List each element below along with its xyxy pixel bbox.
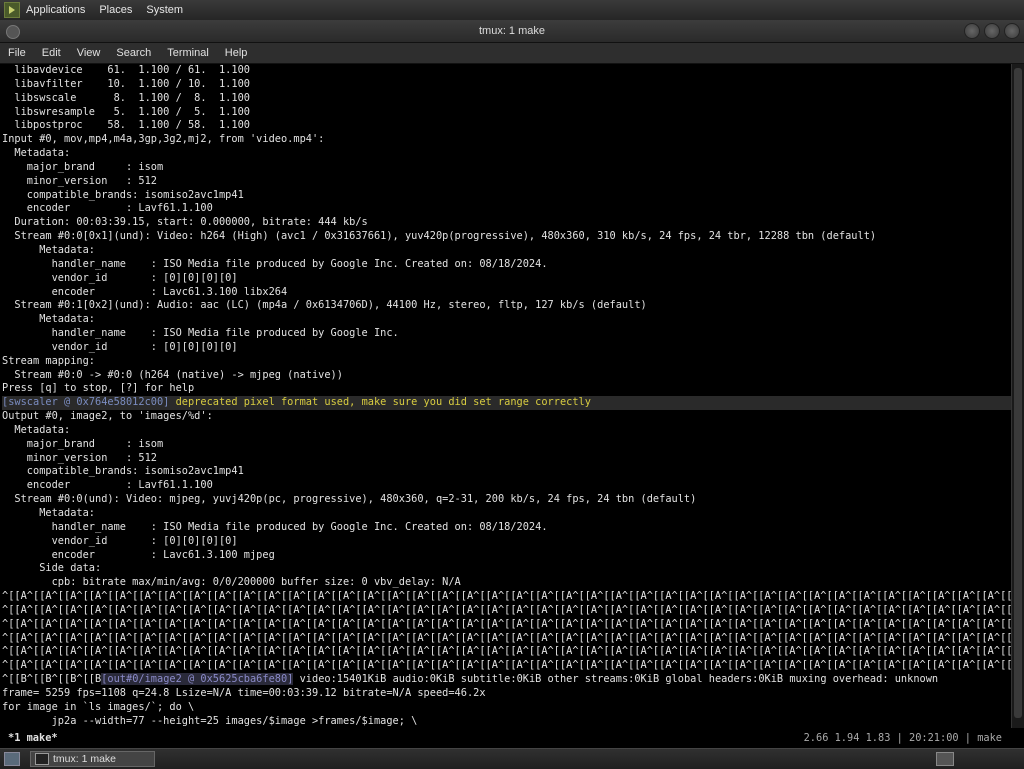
- terminal-line: Output #0, image2, to 'images/%d':: [2, 410, 213, 423]
- terminal-menubar: File Edit View Search Terminal Help: [0, 43, 1024, 64]
- terminal-line: compatible_brands: isomiso2avc1mp41: [2, 188, 244, 201]
- terminal-line: vendor_id : [0][0][0][0]: [2, 340, 238, 353]
- terminal-line: libavfilter 10. 1.100 / 10. 1.100: [2, 77, 250, 90]
- terminal-line: libswscale 8. 1.100 / 8. 1.100: [2, 91, 250, 104]
- terminal-scrollbar[interactable]: [1011, 64, 1024, 728]
- terminal-line: Metadata:: [2, 313, 95, 326]
- terminal-line: ^[[A^[[A^[[A^[[A^[[A^[[A^[[A^[[A^[[A^[[A…: [2, 617, 1012, 630]
- minimize-button[interactable]: [964, 23, 980, 39]
- menu-applications[interactable]: Applications: [26, 4, 85, 16]
- terminal-line: encoder : Lavf61.1.100: [2, 479, 213, 492]
- menu-terminal[interactable]: Terminal: [167, 47, 209, 59]
- terminal-line: Press [q] to stop, [?] for help: [2, 382, 195, 395]
- terminal-line: minor_version : 512: [2, 451, 157, 464]
- menu-help[interactable]: Help: [225, 47, 248, 59]
- menu-file[interactable]: File: [8, 47, 26, 59]
- close-button[interactable]: [1004, 23, 1020, 39]
- terminal-line: Metadata:: [2, 243, 95, 256]
- terminal-line: Input #0, mov,mp4,m4a,3gp,3g2,mj2, from …: [2, 133, 325, 146]
- menu-search[interactable]: Search: [116, 47, 151, 59]
- terminal-line: vendor_id : [0][0][0][0]: [2, 271, 238, 284]
- terminal-line: Metadata:: [2, 507, 95, 519]
- terminal-line: Stream #0:0(und): Video: mjpeg, yuvj420p…: [2, 493, 697, 506]
- window-menu-icon[interactable]: [6, 25, 20, 39]
- window-titlebar[interactable]: tmux: 1 make: [0, 20, 1024, 43]
- terminal-line: jp2a --width=77 --height=25 images/$imag…: [2, 714, 418, 727]
- maximize-button[interactable]: [984, 23, 1000, 39]
- taskbar-item-tmux[interactable]: tmux: 1 make: [30, 751, 155, 767]
- terminal-line: Duration: 00:03:39.15, start: 0.000000, …: [2, 216, 368, 229]
- terminal-line: Stream #0:1[0x2](und): Audio: aac (LC) (…: [2, 299, 647, 312]
- swscaler-warning-line: [swscaler @ 0x764e58012c00] deprecated p…: [2, 396, 1012, 411]
- warning-message: deprecated pixel format used, make sure …: [169, 396, 591, 409]
- scrollbar-thumb[interactable]: [1014, 68, 1022, 718]
- muxer-tag: [out#0/image2 @ 0x5625cba6fe80]: [101, 673, 294, 686]
- bottom-panel: tmux: 1 make: [0, 748, 1024, 769]
- terminal-line: encoder : Lavc61.3.100 mjpeg: [2, 548, 275, 561]
- terminal-line: libpostproc 58. 1.100 / 58. 1.100: [2, 119, 250, 132]
- terminal-line: Stream #0:0[0x1](und): Video: h264 (High…: [2, 230, 877, 243]
- terminal-line: frame= 5259 fps=1108 q=24.8 Lsize=N/A ti…: [2, 686, 486, 699]
- terminal-line: Stream #0:0 -> #0:0 (h264 (native) -> mj…: [2, 368, 343, 381]
- terminal-line: major_brand : isom: [2, 437, 164, 450]
- terminal-line: libswresample 5. 1.100 / 5. 1.100: [2, 105, 250, 118]
- terminal-line: libavdevice 61. 1.100 / 61. 1.100: [2, 64, 250, 76]
- terminal-line: ^[[A^[[A^[[A^[[A^[[A^[[A^[[A^[[A^[[A^[[A…: [2, 631, 1012, 644]
- terminal-line: major_brand : isom: [2, 160, 164, 173]
- muxer-summary-line: ^[[B^[[B^[[B^[[B[out#0/image2 @ 0x5625cb…: [2, 673, 1012, 687]
- terminal-line: handler_name : ISO Media file produced b…: [2, 257, 548, 270]
- tmux-right-status: 2.66 1.94 1.83 | 20:21:00 | make: [803, 732, 1002, 744]
- terminal-line: encoder : Lavf61.1.100: [2, 202, 213, 215]
- terminal-line: cpb: bitrate max/min/avg: 0/0/200000 buf…: [2, 576, 461, 589]
- terminal-line: Side data:: [2, 562, 102, 575]
- taskbar-item-label: tmux: 1 make: [53, 753, 117, 765]
- window-title: tmux: 1 make: [478, 25, 546, 37]
- top-panel: Applications Places System: [0, 0, 1024, 20]
- terminal-line: ^[[A^[[A^[[A^[[A^[[A^[[A^[[A^[[A^[[A^[[A…: [2, 659, 1012, 672]
- tmux-status-bar: *1 make* 2.66 1.94 1.83 | 20:21:00 | mak…: [0, 729, 1012, 747]
- terminal-line: ^[[A^[[A^[[A^[[A^[[A^[[A^[[A^[[A^[[A^[[A…: [2, 603, 1012, 616]
- terminal-line: handler_name : ISO Media file produced b…: [2, 520, 548, 533]
- terminal-line: Stream mapping:: [2, 354, 95, 367]
- menu-view[interactable]: View: [77, 47, 101, 59]
- workspace-switcher-icon[interactable]: [936, 752, 954, 766]
- terminal-line: vendor_id : [0][0][0][0]: [2, 534, 238, 547]
- menu-edit[interactable]: Edit: [42, 47, 61, 59]
- terminal-line: ^[[A^[[A^[[A^[[A^[[A^[[A^[[A^[[A^[[A^[[A…: [2, 645, 1012, 658]
- show-desktop-icon[interactable]: [4, 752, 20, 766]
- terminal-icon: [35, 753, 49, 765]
- terminal-output[interactable]: libavdevice 61. 1.100 / 61. 1.100 libavf…: [0, 64, 1012, 728]
- terminal-line: for image in `ls images/`; do \: [2, 700, 195, 713]
- tmux-window-label[interactable]: *1 make*: [8, 732, 58, 744]
- applications-launcher-icon[interactable]: [4, 2, 20, 18]
- terminal-line: Metadata:: [2, 423, 71, 436]
- terminal-line: minor_version : 512: [2, 174, 157, 187]
- escape-prefix: ^[[B^[[B^[[B^[[B: [2, 673, 102, 686]
- menu-system[interactable]: System: [146, 4, 183, 16]
- terminal-line: compatible_brands: isomiso2avc1mp41: [2, 465, 244, 478]
- terminal-line: Metadata:: [2, 147, 71, 160]
- warning-prefix: [swscaler @ 0x764e58012c00]: [2, 396, 170, 409]
- terminal-line: handler_name : ISO Media file produced b…: [2, 327, 399, 340]
- terminal-line: encoder : Lavc61.3.100 libx264: [2, 285, 288, 298]
- terminal-line: ^[[A^[[A^[[A^[[A^[[A^[[A^[[A^[[A^[[A^[[A…: [2, 590, 1012, 603]
- muxer-stats: video:15401KiB audio:0KiB subtitle:0KiB …: [293, 673, 939, 686]
- menu-places[interactable]: Places: [99, 4, 132, 16]
- window-controls: [964, 23, 1020, 39]
